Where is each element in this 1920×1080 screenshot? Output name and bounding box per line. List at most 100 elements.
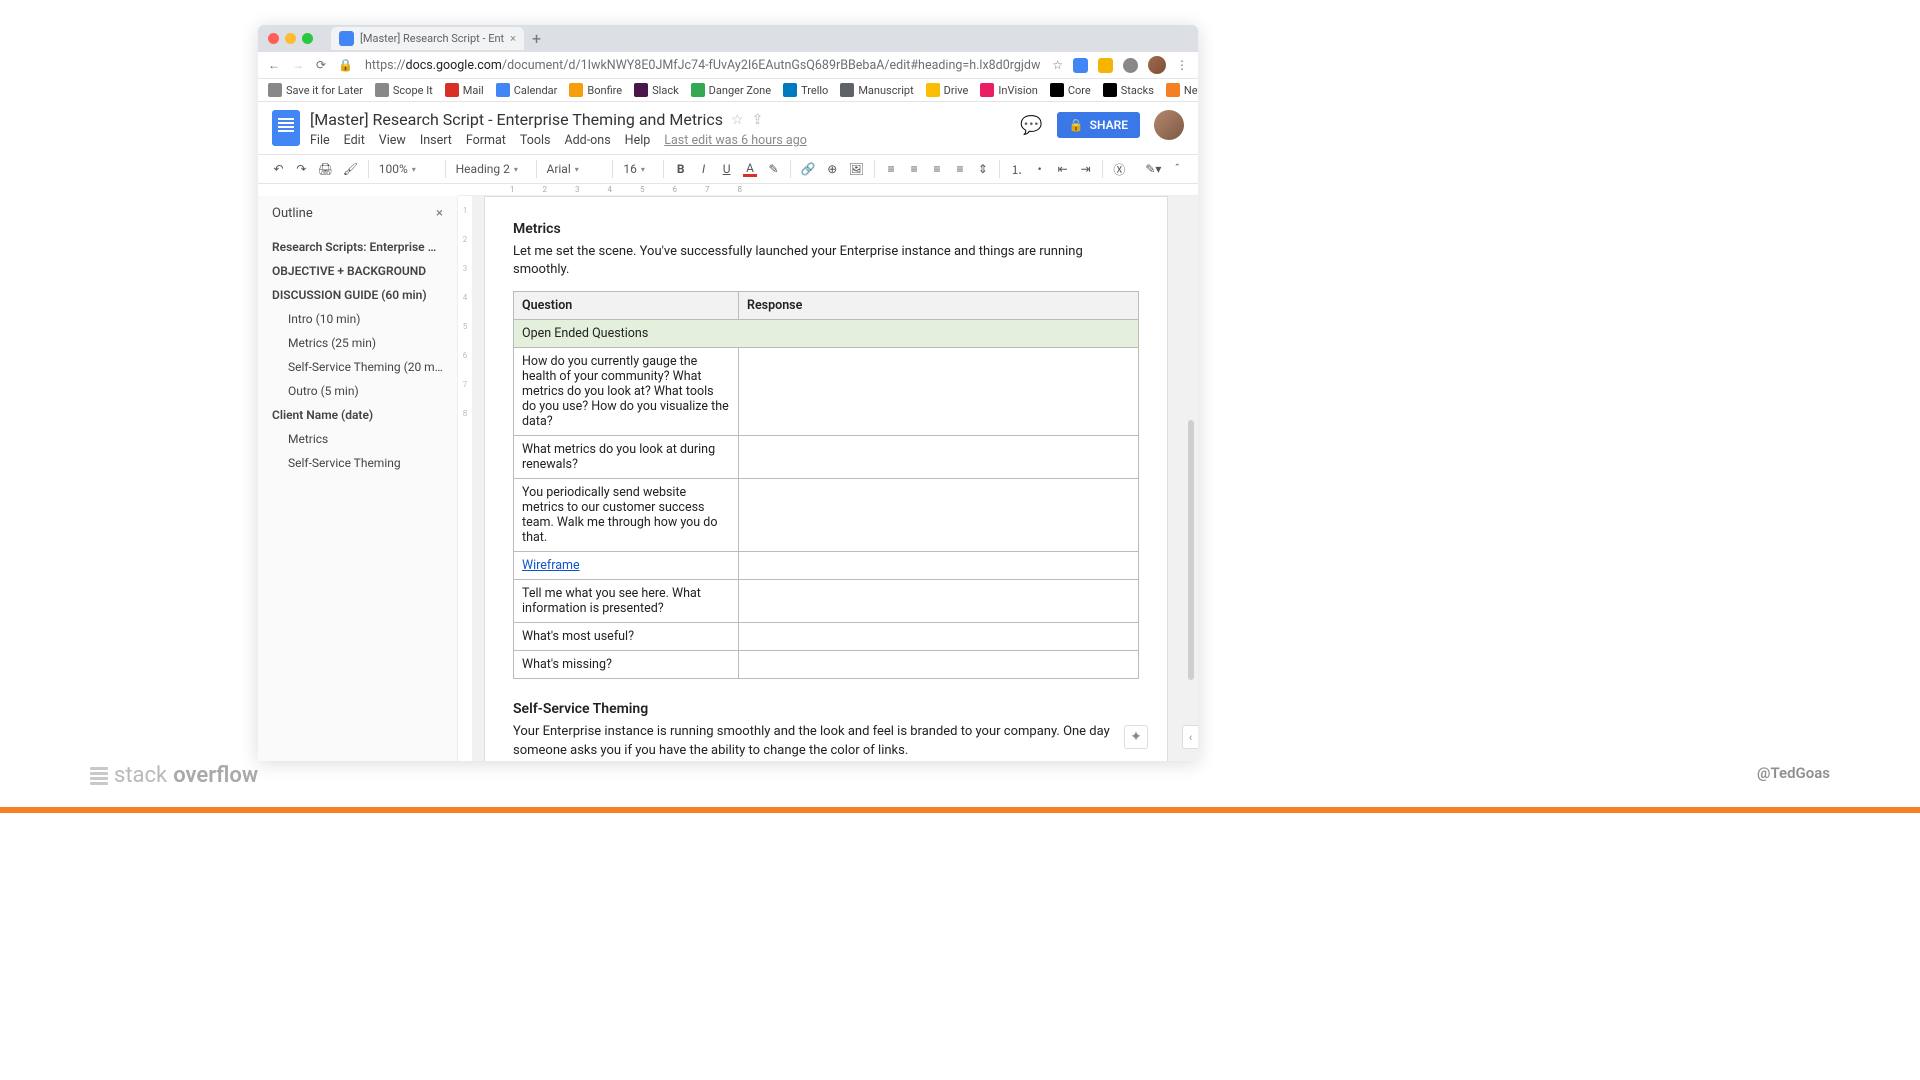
profile-avatar[interactable] [1148, 56, 1166, 74]
star-icon[interactable]: ☆ [731, 112, 744, 128]
site-lock-icon[interactable]: 🔒 [338, 58, 353, 72]
indent-dec-button[interactable]: ⇤ [1056, 162, 1069, 177]
paint-format-button[interactable]: 🖌 [343, 162, 358, 177]
hide-menus-button[interactable]: ˆ [1171, 162, 1184, 177]
align-right-button[interactable]: ≡ [931, 162, 944, 177]
menu-add-ons[interactable]: Add-ons [564, 133, 610, 148]
bookmark-item[interactable]: Mail [445, 83, 484, 97]
menu-insert[interactable]: Insert [420, 133, 452, 148]
bulleted-list-button[interactable]: • [1033, 162, 1046, 177]
back-button[interactable]: ← [268, 58, 280, 72]
close-outline-button[interactable]: × [436, 206, 443, 221]
question-cell: Wireframe [514, 552, 739, 580]
bookmark-star-icon[interactable]: ☆ [1052, 58, 1063, 72]
outline-item[interactable]: Intro (10 min) [272, 307, 443, 331]
line-spacing-button[interactable]: ⇕ [976, 162, 989, 177]
menu-view[interactable]: View [379, 133, 406, 148]
response-cell[interactable] [739, 552, 1139, 580]
explore-button[interactable]: ✦ [1124, 725, 1148, 749]
align-center-button[interactable]: ≡ [908, 162, 921, 177]
outline-item[interactable]: DISCUSSION GUIDE (60 min) [272, 283, 443, 307]
close-tab-icon[interactable]: × [510, 32, 516, 45]
align-justify-button[interactable]: ≡ [954, 162, 967, 177]
bookmark-item[interactable]: Slack [634, 83, 679, 97]
bookmark-item[interactable]: InVision [980, 83, 1037, 97]
minimize-window-button[interactable] [285, 33, 296, 44]
bookmark-item[interactable]: Save it for Later [268, 83, 363, 97]
bookmark-item[interactable]: Bonfire [569, 83, 622, 97]
outline-item[interactable]: OBJECTIVE + BACKGROUND [272, 259, 443, 283]
bookmark-item[interactable]: Trello [783, 83, 828, 97]
bookmark-item[interactable]: Manuscript [840, 83, 913, 97]
underline-button[interactable]: U [720, 162, 733, 177]
response-cell[interactable] [739, 479, 1139, 552]
browser-tab[interactable]: [Master] Research Script - Ent × [331, 27, 524, 50]
bookmark-item[interactable]: Danger Zone [691, 83, 771, 97]
link-button[interactable]: 🔗 [801, 162, 816, 177]
scrollbar-thumb[interactable] [1188, 420, 1194, 680]
extension-icon[interactable] [1123, 58, 1138, 73]
print-button[interactable]: 🖨 [318, 162, 333, 177]
zoom-select[interactable]: 100%▾ [379, 162, 435, 176]
outline-item[interactable]: Self-Service Theming (20 min) [272, 355, 443, 379]
url-input[interactable]: https://docs.google.com/document/d/1IwkN… [365, 58, 1040, 73]
menu-help[interactable]: Help [625, 133, 651, 148]
style-select[interactable]: Heading 2▾ [456, 162, 526, 176]
menu-format[interactable]: Format [466, 133, 506, 148]
outline-item[interactable]: Self-Service Theming [272, 451, 443, 475]
outline-item[interactable]: Outro (5 min) [272, 379, 443, 403]
clear-format-button[interactable]: Ⓧ [1113, 162, 1126, 177]
italic-button[interactable]: I [697, 162, 710, 177]
image-button[interactable]: 🖼 [849, 162, 864, 177]
fontsize-select[interactable]: 16▾ [623, 162, 653, 176]
side-panel-toggle[interactable]: ‹ [1182, 725, 1198, 749]
document-canvas[interactable]: Metrics Let me set the scene. You've suc… [472, 196, 1198, 761]
bookmark-item[interactable]: Drive [926, 83, 969, 97]
comment-button[interactable]: ⊕ [826, 162, 839, 177]
response-cell[interactable] [739, 348, 1139, 436]
numbered-list-button[interactable]: ⒈ [1010, 162, 1023, 177]
highlight-button[interactable]: ✎ [767, 162, 780, 177]
bookmark-item[interactable]: Core [1050, 83, 1091, 97]
outline-item[interactable]: Research Scripts: Enterprise Sel… [272, 235, 443, 259]
question-cell: You periodically send website metrics to… [514, 479, 739, 552]
extension-icon[interactable] [1073, 58, 1088, 73]
response-cell[interactable] [739, 436, 1139, 479]
bookmark-item[interactable]: Stacks [1103, 83, 1154, 97]
maximize-window-button[interactable] [302, 33, 313, 44]
bookmark-item[interactable]: New Stacks [1166, 83, 1198, 97]
undo-button[interactable]: ↶ [272, 162, 285, 177]
share-button[interactable]: 🔒 SHARE [1057, 112, 1140, 138]
forward-button[interactable]: → [292, 58, 304, 72]
account-avatar[interactable] [1154, 110, 1184, 140]
extension-icon[interactable] [1098, 58, 1113, 73]
move-icon[interactable]: ⇪ [752, 112, 764, 128]
text-color-button[interactable]: A [743, 162, 757, 177]
menu-file[interactable]: File [310, 133, 330, 148]
menu-icon[interactable]: ⋮ [1176, 58, 1188, 72]
align-left-button[interactable]: ≡ [885, 162, 898, 177]
bookmark-item[interactable]: Scope It [375, 83, 433, 97]
outline-item[interactable]: Metrics (25 min) [272, 331, 443, 355]
wireframe-link[interactable]: Wireframe [522, 558, 580, 573]
outline-item[interactable]: Metrics [272, 427, 443, 451]
redo-button[interactable]: ↷ [295, 162, 308, 177]
menu-tools[interactable]: Tools [520, 133, 551, 148]
docs-logo-icon[interactable] [272, 110, 300, 146]
comments-icon[interactable]: 💬 [1020, 115, 1042, 136]
document-title[interactable]: [Master] Research Script - Enterprise Th… [310, 110, 723, 129]
font-select[interactable]: Arial▾ [546, 162, 602, 176]
bold-button[interactable]: B [674, 162, 687, 177]
reload-button[interactable]: ⟳ [316, 58, 326, 72]
menu-edit[interactable]: Edit [344, 133, 365, 148]
bookmark-item[interactable]: Calendar [496, 83, 558, 97]
editing-mode-button[interactable]: ✎▾ [1146, 162, 1161, 177]
last-edit-label[interactable]: Last edit was 6 hours ago [664, 133, 807, 148]
outline-item[interactable]: Client Name (date) [272, 403, 443, 427]
new-tab-button[interactable]: + [532, 29, 541, 48]
indent-inc-button[interactable]: ⇥ [1079, 162, 1092, 177]
response-cell[interactable] [739, 623, 1139, 651]
response-cell[interactable] [739, 580, 1139, 623]
response-cell[interactable] [739, 651, 1139, 679]
close-window-button[interactable] [268, 33, 279, 44]
